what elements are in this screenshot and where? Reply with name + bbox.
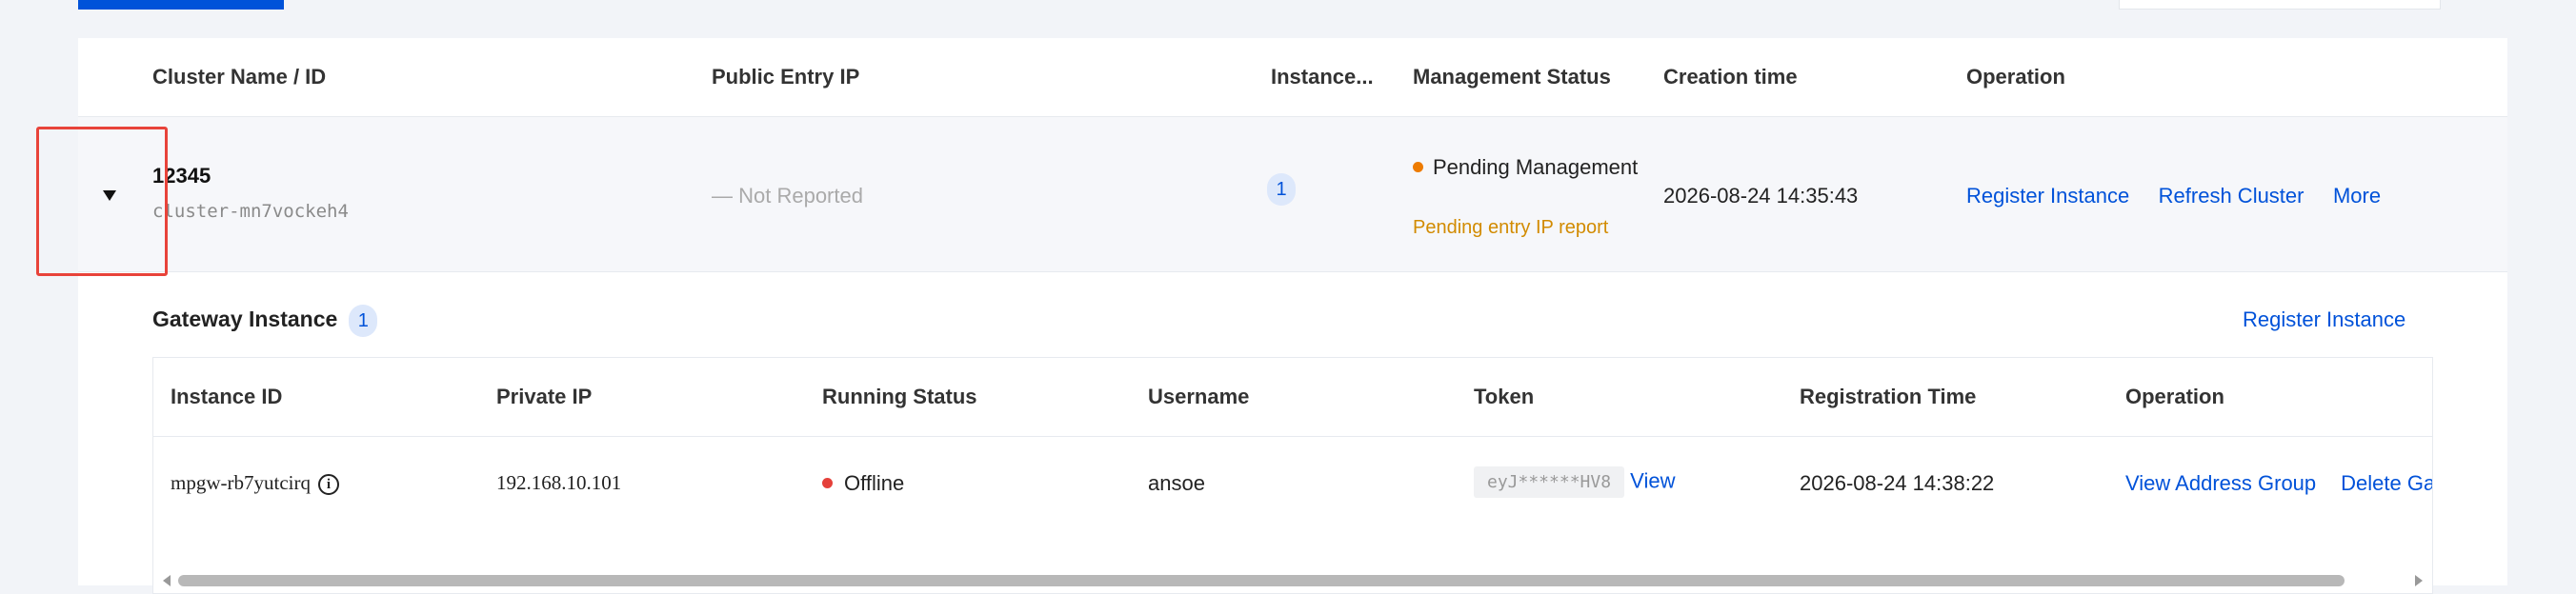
cluster-operations: Register Instance Refresh Cluster More [1966, 184, 2405, 208]
registration-time-value: 2026-08-24 14:38:22 [1800, 471, 1995, 495]
cluster-id: cluster-mn7vockeh4 [152, 201, 349, 222]
register-instance-link[interactable]: Register Instance [1966, 184, 2129, 208]
management-status-text: Pending Management [1433, 155, 1639, 179]
token-view-link[interactable]: View [1630, 468, 1675, 492]
header-management-status: Management Status [1413, 65, 1611, 89]
management-status-subtext: Pending entry IP report [1413, 217, 1609, 238]
running-status-value: Offline [844, 471, 905, 495]
cluster-row[interactable]: 12345 cluster-mn7vockeh4 — Not Reported … [78, 117, 2507, 272]
scrollbar-thumb[interactable] [178, 575, 2345, 586]
header-public-ip: Public Entry IP [712, 65, 860, 89]
instance-id-value: mpgw-rb7yutcirq [171, 471, 311, 494]
token-cell: eyJ******HV8 View [1474, 466, 1675, 498]
token-value: eyJ******HV8 [1474, 466, 1625, 498]
running-status-cell: Offline [822, 471, 904, 496]
view-address-group-link[interactable]: View Address Group [2125, 471, 2316, 495]
header-running-status: Running Status [822, 385, 977, 408]
header-instances: Instance... [1271, 65, 1374, 89]
cluster-table-header: Cluster Name / ID Public Entry IP Instan… [78, 38, 2507, 117]
header-instance-id: Instance ID [171, 385, 283, 408]
header-token: Token [1474, 385, 1535, 408]
private-ip-value: 192.168.10.101 [496, 471, 622, 494]
scroll-left-arrow-icon[interactable] [163, 575, 171, 586]
more-link[interactable]: More [2333, 184, 2381, 208]
pending-status-dot-icon [1413, 161, 1423, 172]
header-creation-time: Creation time [1663, 65, 1798, 89]
gateway-table-row[interactable]: mpgw-rb7yutcirq i 192.168.10.101 Offline … [153, 437, 2432, 532]
gateway-table-header: Instance ID Private IP Running Status Us… [153, 358, 2432, 437]
header-private-ip: Private IP [496, 385, 593, 408]
instance-id-cell: mpgw-rb7yutcirq i [171, 471, 339, 496]
search-box-edge[interactable] [2119, 0, 2441, 10]
horizontal-scrollbar[interactable] [153, 569, 2432, 592]
gateway-instance-table: Instance ID Private IP Running Status Us… [152, 357, 2433, 594]
refresh-cluster-link[interactable]: Refresh Cluster [2159, 184, 2304, 208]
header-username: Username [1148, 385, 1250, 408]
gateway-title-text: Gateway Instance [152, 307, 338, 332]
instance-count-badge[interactable]: 1 [1267, 173, 1296, 206]
gateway-register-instance-link[interactable]: Register Instance [2243, 307, 2405, 332]
active-tab-indicator [78, 0, 284, 10]
header-cluster-name: Cluster Name / ID [152, 65, 327, 89]
management-status: Pending Management [1413, 151, 1660, 183]
header-operation: Operation [1966, 65, 2065, 89]
gateway-count-badge: 1 [349, 305, 378, 337]
annotation-highlight-box [36, 127, 168, 276]
gateway-operations: View Address Group Delete Ga [2125, 471, 2432, 496]
gateway-instance-title: Gateway Instance 1 [152, 305, 378, 337]
scroll-right-arrow-icon[interactable] [2415, 575, 2423, 586]
header-registration-time: Registration Time [1800, 385, 1977, 408]
header-gateway-operation: Operation [2125, 385, 2224, 408]
creation-time-value: 2026-08-24 14:35:43 [1663, 184, 1859, 208]
cluster-table-card: Cluster Name / ID Public Entry IP Instan… [78, 38, 2507, 594]
info-icon[interactable]: i [317, 474, 339, 496]
username-value: ansoe [1148, 471, 1205, 495]
public-ip-value: — Not Reported [712, 184, 863, 208]
delete-gateway-link[interactable]: Delete Ga [2341, 471, 2432, 495]
offline-status-dot-icon [822, 477, 833, 488]
